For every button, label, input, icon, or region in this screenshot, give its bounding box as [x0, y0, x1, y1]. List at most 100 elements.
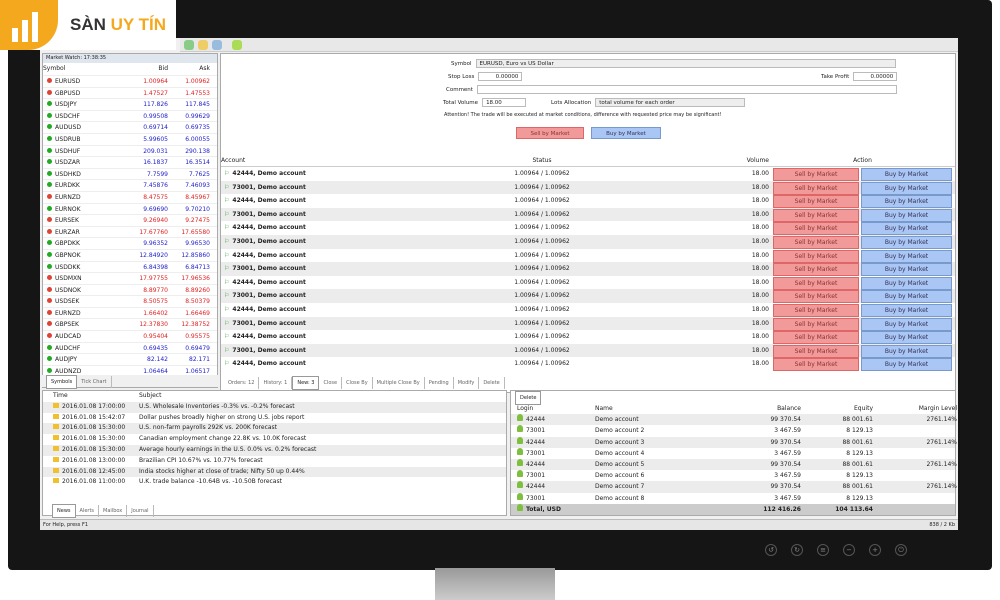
news-item[interactable]: 2016.01.08 15:30:00 Average hourly earnin… [43, 444, 506, 456]
tab-close[interactable]: Close [319, 377, 343, 389]
tab-mailbox[interactable]: Mailbox [99, 505, 128, 517]
row-buy-button[interactable]: Buy by Market [861, 263, 952, 277]
account-row[interactable]: 42444 Demo account 5 99 370.54 88 001.61 276… [511, 458, 957, 471]
toolbar-icon-1[interactable] [184, 40, 194, 50]
take-profit-input[interactable]: 0.00000 [853, 72, 898, 81]
row-buy-button[interactable]: Buy by Market [861, 358, 952, 372]
row-buy-button[interactable]: Buy by Market [861, 235, 952, 249]
row-sell-button[interactable]: Sell by Market [773, 303, 859, 317]
account-row[interactable]: 42444 Demo account 7 99 370.54 88 001.61 276… [511, 481, 957, 493]
tab-orders-12[interactable]: Orders: 12 [224, 377, 260, 389]
row-sell-button[interactable]: Sell by Market [773, 317, 859, 331]
news-item[interactable]: 2016.01.08 15:42:07 Dollar pushes broadly… [43, 413, 506, 424]
market-watch-row[interactable]: GBPNOK 12.84920 12.85860 [43, 250, 217, 262]
toolbar-icon-4[interactable] [232, 40, 242, 50]
row-buy-button[interactable]: Buy by Market [861, 331, 952, 345]
market-watch-row[interactable]: AUDCHF 0.69435 0.69479 [43, 343, 217, 355]
row-buy-button[interactable]: Buy by Market [861, 317, 952, 331]
row-sell-button[interactable]: Sell by Market [773, 331, 859, 345]
row-buy-button[interactable]: Buy by Market [861, 303, 952, 317]
market-watch-row[interactable]: USDNOK 8.89770 8.89260 [43, 285, 217, 297]
market-watch-row[interactable]: USDRUB 5.99605 6.00055 [43, 134, 217, 146]
symbol-select[interactable]: EURUSD, Euro vs US Dollar [475, 59, 896, 68]
market-watch-row[interactable]: AUDUSD 0.69714 0.69735 [43, 122, 217, 134]
row-sell-button[interactable]: Sell by Market [773, 276, 859, 290]
row-sell-button[interactable]: Sell by Market [773, 168, 859, 181]
market-watch-row[interactable]: AUDJPY 82.142 82.171 [43, 354, 217, 366]
news-item[interactable]: 2016.01.08 12:45:00 India stocks higher a… [43, 466, 506, 478]
row-buy-button[interactable]: Buy by Market [861, 168, 952, 181]
monitor-button-power-icon[interactable]: ⏻ [895, 544, 907, 556]
market-watch-row[interactable]: USDHUF 209.031 290.138 [43, 146, 217, 158]
market-watch-row[interactable]: AUDCAD 0.95404 0.95575 [43, 331, 217, 343]
row-sell-button[interactable]: Sell by Market [773, 235, 859, 249]
tab-history-1[interactable]: History: 1 [259, 377, 293, 389]
market-watch-row[interactable]: EURDKK 7.45876 7.46093 [43, 180, 217, 192]
tab-modify[interactable]: Modify [454, 377, 480, 389]
lots-allocation-select[interactable]: total volume for each order [595, 98, 746, 107]
tab-journal[interactable]: Journal [127, 505, 154, 517]
market-watch-row[interactable]: USDJPY 117.826 117.845 [43, 99, 217, 111]
row-sell-button[interactable]: Sell by Market [773, 290, 859, 304]
account-row[interactable]: 73001 Demo account 4 3 467.59 8 129.13 [511, 447, 955, 459]
market-watch-row[interactable]: EURNZD 1.66402 1.66469 [43, 308, 217, 320]
row-buy-button[interactable]: Buy by Market [861, 208, 952, 222]
account-row[interactable]: 73001 Demo account 6 3 467.59 8 129.13 [511, 470, 955, 481]
market-watch-row[interactable]: GBPUSD 1.47527 1.47553 [43, 88, 217, 100]
row-sell-button[interactable]: Sell by Market [773, 208, 859, 222]
tab-symbols[interactable]: Symbols [46, 375, 78, 389]
tab-news[interactable]: News [52, 504, 76, 518]
row-buy-button[interactable]: Buy by Market [861, 222, 952, 236]
market-watch-row[interactable]: USDSEK 8.50575 8.50379 [43, 296, 217, 308]
monitor-button-minus-icon[interactable]: − [843, 544, 855, 556]
tab-tick-chart[interactable]: Tick Chart [77, 376, 112, 388]
row-buy-button[interactable]: Buy by Market [861, 344, 952, 358]
tab-close-by[interactable]: Close By [342, 377, 373, 389]
row-sell-button[interactable]: Sell by Market [773, 249, 859, 263]
account-row[interactable]: 73001 Demo account 2 3 467.59 8 129.13 [511, 425, 955, 436]
row-sell-button[interactable]: Sell by Market [773, 358, 859, 372]
tab-alerts[interactable]: Alerts [76, 505, 100, 517]
market-watch-row[interactable]: EURNOK 9.69690 9.70210 [43, 204, 217, 216]
market-watch-row[interactable]: GBPSEK 12.37830 12.38752 [43, 319, 217, 332]
market-watch-row[interactable]: USDDKK 6.84398 6.84713 [43, 262, 217, 274]
toolbar-icon-3[interactable] [212, 40, 222, 50]
market-watch-row[interactable]: EURNZD 8.47575 8.45967 [43, 192, 217, 204]
row-buy-button[interactable]: Buy by Market [861, 249, 952, 263]
monitor-button-plus-icon[interactable]: + [869, 544, 881, 556]
row-buy-button[interactable]: Buy by Market [861, 181, 952, 195]
row-sell-button[interactable]: Sell by Market [773, 181, 859, 195]
account-row[interactable]: 42444 Demo account 3 99 370.54 88 001.61 276… [511, 436, 957, 448]
monitor-button-back-icon[interactable]: ↺ [765, 544, 777, 556]
row-sell-button[interactable]: Sell by Market [773, 263, 859, 277]
market-watch-row[interactable]: USDMXN 17.97755 17.96536 [43, 273, 217, 285]
tab-delete[interactable]: Delete [479, 377, 505, 389]
comment-input[interactable] [476, 85, 897, 94]
market-watch-row[interactable]: EURZAR 17.67760 17.65580 [43, 227, 217, 239]
toolbar-icon-2[interactable] [198, 40, 208, 50]
row-sell-button[interactable]: Sell by Market [773, 195, 859, 209]
market-watch-row[interactable]: GBPDKK 9.96352 9.96530 [43, 238, 217, 250]
sell-by-market-button[interactable]: Sell by Market [516, 127, 584, 139]
tab-new-3[interactable]: New: 3 [292, 376, 320, 390]
tab-multiple-close-by[interactable]: Multiple Close By [373, 377, 425, 389]
market-watch-row[interactable]: EURUSD 1.00964 1.00962 [43, 76, 217, 88]
account-row[interactable]: 73001 Demo account 8 3 467.59 8 129.13 [511, 492, 955, 504]
news-item[interactable]: 2016.01.08 15:30:00 Canadian employment c… [43, 434, 506, 445]
news-item[interactable]: 2016.01.08 17:00:00 U.S. Wholesale Invent… [43, 401, 506, 413]
market-watch-row[interactable]: USDZAR 16.1837 16.3514 [43, 157, 217, 169]
news-item[interactable]: 2016.01.08 15:30:00 U.S. non-farm payroll… [43, 423, 506, 435]
market-watch-row[interactable]: USDCHF 0.99508 0.99629 [43, 111, 217, 123]
total-volume-select[interactable]: 18.00 [482, 98, 527, 107]
market-watch-row[interactable]: EURSEK 9.26940 9.27475 [43, 215, 217, 227]
buy-by-market-button[interactable]: Buy by Market [591, 127, 661, 139]
stop-loss-input[interactable]: 0.00000 [478, 72, 523, 81]
tab-pending[interactable]: Pending [425, 377, 454, 389]
monitor-button-menu-icon[interactable]: ≡ [817, 544, 829, 556]
account-row[interactable]: 42444 Demo account 99 370.54 88 001.61 2761.… [511, 414, 957, 426]
market-watch-row[interactable]: USDHKD 7.7599 7.7625 [43, 169, 217, 181]
monitor-button-refresh-icon[interactable]: ↻ [791, 544, 803, 556]
row-buy-button[interactable]: Buy by Market [861, 195, 952, 209]
row-sell-button[interactable]: Sell by Market [773, 222, 859, 236]
row-sell-button[interactable]: Sell by Market [773, 344, 859, 358]
